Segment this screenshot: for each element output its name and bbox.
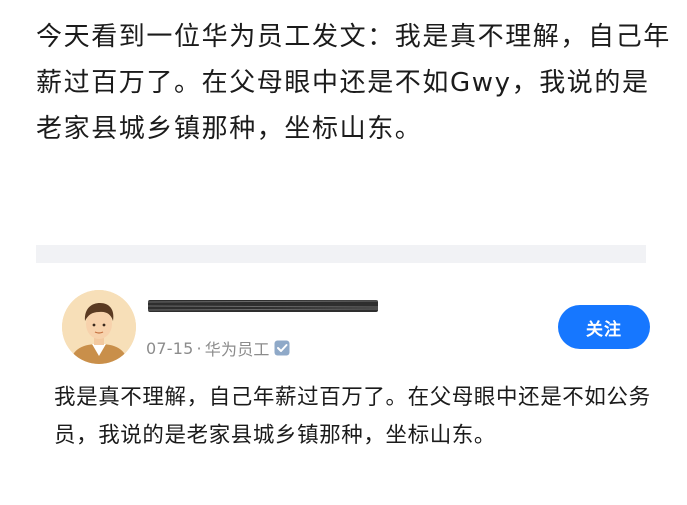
follow-button[interactable]: 关注 [558,305,650,349]
company-tag: 华为员工 [204,340,270,359]
post-date: 07-15 [146,338,194,358]
verified-badge-icon [274,340,290,356]
post-body: 我是真不理解，自己年薪过百万了。在父母眼中还是不如公务员，我说的是老家县城乡镇那… [54,385,651,448]
intro-text: 今天看到一位华为员工发文：我是真不理解，自己年薪过百万了。在父母眼中还是不如Gw… [36,22,671,144]
avatar-cartoon-icon [62,290,136,364]
post-meta: 07-15 · 华为员工 [146,336,290,360]
divider-band [36,245,646,263]
post-card: 07-15 · 华为员工 关注 我是真不理解，自己年薪过百万了。在父母眼中还是不… [36,263,687,505]
meta-separator: · [196,338,202,358]
avatar[interactable] [62,290,136,364]
username-redacted [148,296,378,316]
